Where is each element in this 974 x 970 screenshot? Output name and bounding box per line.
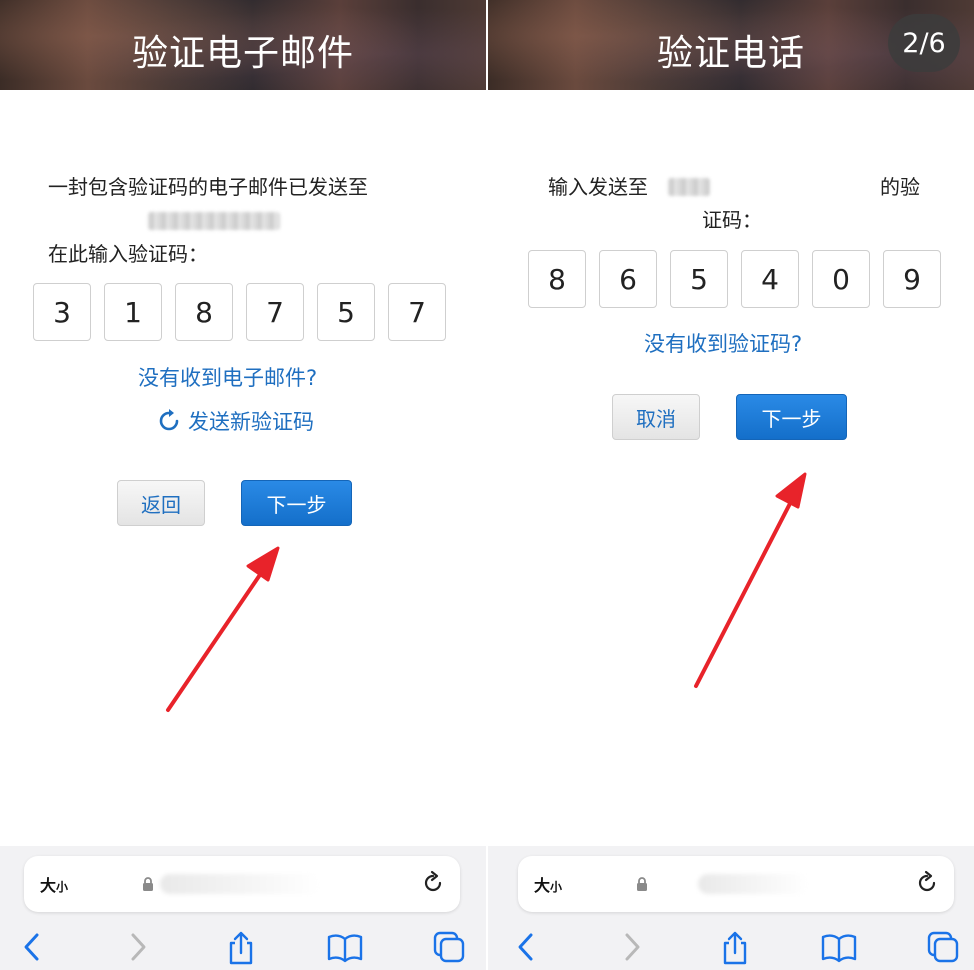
book-icon[interactable]: [326, 930, 364, 964]
sent-message-end: 的验: [880, 175, 920, 199]
chevron-right-icon[interactable]: [126, 930, 150, 964]
refresh-icon: [159, 409, 179, 431]
page-title: 验证电子邮件: [131, 33, 354, 74]
browser-nav-row: [488, 930, 974, 966]
code-digit-input[interactable]: 5: [317, 283, 375, 341]
text-size-big: 大: [40, 876, 57, 895]
code-digit-input[interactable]: 4: [741, 250, 799, 308]
code-digit-input[interactable]: 6: [599, 250, 657, 308]
share-icon[interactable]: [224, 930, 258, 966]
code-digit-input[interactable]: 7: [388, 283, 446, 341]
enter-code-prompt: 在此输入验证码：: [48, 242, 208, 266]
no-email-link[interactable]: 没有收到电子邮件?: [138, 364, 317, 392]
code-input-row: 3 1 8 7 5 7: [33, 283, 446, 341]
browser-toolbar: 大小: [0, 846, 486, 970]
sent-message-tail: 证码：: [702, 208, 762, 232]
page-header: 验证电子邮件: [0, 0, 486, 90]
lock-icon: [637, 877, 647, 891]
code-digit-input[interactable]: 8: [528, 250, 586, 308]
text-size-button[interactable]: 大小: [40, 872, 68, 896]
back-button[interactable]: 返回: [117, 480, 205, 526]
resend-code-link[interactable]: 发送新验证码: [156, 406, 314, 436]
email-verification-panel: 验证电子邮件 一封包含验证码的电子邮件已发送至 在此输入验证码： 3 1 8 7…: [0, 0, 486, 970]
cancel-button[interactable]: 取消: [612, 394, 700, 440]
next-button[interactable]: 下一步: [241, 480, 352, 526]
page-header: 验证电话 2/6: [488, 0, 974, 90]
book-icon[interactable]: [820, 930, 858, 964]
sent-message-start: 输入发送至: [548, 175, 648, 199]
code-digit-input[interactable]: 3: [33, 283, 91, 341]
address-bar[interactable]: 大小: [24, 856, 460, 912]
text-size-small: 小: [56, 880, 69, 894]
resend-label: 发送新验证码: [188, 410, 314, 434]
redacted-phone: [668, 178, 710, 196]
page-indicator: 2/6: [888, 14, 960, 72]
code-digit-input[interactable]: 0: [812, 250, 870, 308]
sent-message: 一封包含验证码的电子邮件已发送至: [48, 175, 368, 199]
lock-icon: [143, 877, 153, 891]
chevron-left-icon[interactable]: [20, 930, 44, 964]
browser-nav-row: [0, 930, 486, 966]
text-size-button[interactable]: 大小: [534, 872, 562, 896]
code-digit-input[interactable]: 1: [104, 283, 162, 341]
reload-icon[interactable]: [420, 870, 446, 896]
browser-toolbar: 大小: [488, 846, 974, 970]
chevron-right-icon[interactable]: [620, 930, 644, 964]
phone-verification-panel: 验证电话 2/6 输入发送至 的验 证码： 8 6 5 4 0 9 没有收到验证…: [488, 0, 974, 970]
chevron-left-icon[interactable]: [514, 930, 538, 964]
code-input-row: 8 6 5 4 0 9: [528, 250, 941, 308]
redacted-email: [148, 212, 280, 230]
code-digit-input[interactable]: 9: [883, 250, 941, 308]
text-size-small: 小: [550, 880, 563, 894]
no-code-link[interactable]: 没有收到验证码?: [644, 330, 802, 358]
code-digit-input[interactable]: 5: [670, 250, 728, 308]
address-bar[interactable]: 大小: [518, 856, 954, 912]
tabs-icon[interactable]: [926, 930, 960, 964]
reload-icon[interactable]: [914, 870, 940, 896]
text-size-big: 大: [534, 876, 551, 895]
next-button[interactable]: 下一步: [736, 394, 847, 440]
annotation-arrow: [694, 472, 807, 688]
code-digit-input[interactable]: 8: [175, 283, 233, 341]
redacted-url: [160, 874, 320, 894]
redacted-url: [698, 874, 808, 894]
share-icon[interactable]: [718, 930, 752, 966]
code-digit-input[interactable]: 7: [246, 283, 304, 341]
tabs-icon[interactable]: [432, 930, 466, 964]
